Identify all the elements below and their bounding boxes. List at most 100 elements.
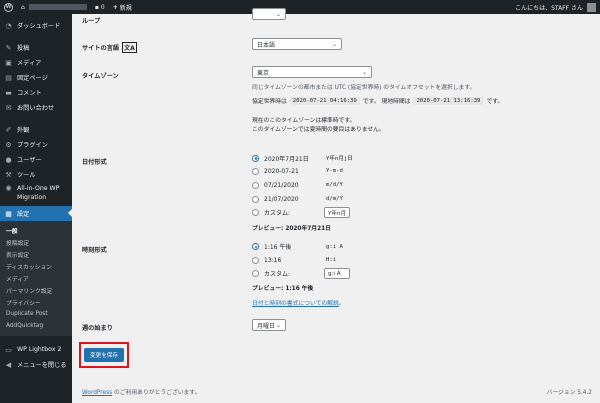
site-language-select[interactable]: 日本語 ⌄ — [252, 38, 342, 50]
time-option-2[interactable]: 13:16 H:i — [252, 256, 339, 264]
wordpress-link[interactable]: WordPress — [82, 390, 112, 396]
dst-line-1: 現在のこのタイムゾーンは標準時です。 — [252, 118, 356, 124]
menu-media[interactable]: ▣ メディア — [0, 55, 72, 70]
migration-icon: ◉ — [5, 184, 12, 192]
comments-link[interactable]: ▪ 0 — [95, 4, 105, 11]
home-icon: ⌂ — [21, 3, 25, 11]
settings-content: ループ ⌄ サイトの言語 文A 日本語 ⌄ タイムゾーン 東京 ⌄ 同じタイムゾ… — [72, 8, 600, 403]
admin-bar: W ⌂ ▪ 0 + 新規 こんにちは、STAFF さん — [0, 0, 600, 14]
local-time: 2020-07-21 13:16:39 — [413, 96, 484, 105]
week-start-select[interactable]: 月曜日 ⌄ — [252, 319, 286, 331]
collapse-menu[interactable]: ◀ メニューを閉じる — [0, 357, 72, 372]
submenu-permalinks[interactable]: パーマリンク設定 — [0, 284, 72, 296]
menu-users[interactable]: ● ユーザー — [0, 152, 72, 167]
radio-checked[interactable] — [252, 154, 259, 162]
menu-contact[interactable]: ✉ お問い合わせ — [0, 100, 72, 115]
page-icon: ▤ — [5, 73, 12, 82]
radio[interactable] — [252, 209, 259, 216]
week-start-label: 週の始まり — [82, 325, 113, 332]
plugin-icon: ⚙ — [5, 140, 12, 149]
admin-sidebar: ◔ ダッシュボード ✎ 投稿 ▣ メディア ▤ 固定ページ ▬ コメント ✉ お問い合わせ … — [0, 14, 72, 403]
submenu-writing[interactable]: 投稿設定 — [0, 236, 72, 248]
settings-submenu: 一般 投稿設定 表示設定 ディスカッション メディア パーマリンク設定 プライバ… — [0, 221, 72, 336]
time-custom-input[interactable]: g:i A — [324, 268, 350, 279]
time-format-label: 時刻形式 — [82, 247, 107, 254]
radio[interactable] — [252, 270, 259, 277]
timezone-label: タイムゾーン — [82, 73, 119, 80]
timezone-select[interactable]: 東京 ⌄ — [252, 66, 372, 78]
translate-icon: 文A — [122, 42, 137, 53]
date-option-3[interactable]: 07/21/2020 m/d/Y — [252, 181, 345, 189]
menu-plugins[interactable]: ⚙ プラグイン — [0, 137, 72, 152]
submenu-general[interactable]: 一般 — [0, 224, 72, 236]
menu-settings[interactable]: ▦ 設定 — [0, 206, 72, 221]
menu-migration[interactable]: ◉ All-in-One WP Migration — [0, 182, 72, 206]
menu-pages[interactable]: ▤ 固定ページ — [0, 70, 72, 85]
submenu-reading[interactable]: 表示設定 — [0, 248, 72, 260]
chevron-down-icon: ⌄ — [275, 11, 281, 18]
radio[interactable] — [252, 256, 259, 264]
time-preview: プレビュー: 1:16 午後 — [252, 286, 314, 292]
time-option-custom[interactable]: カスタム: g:i A — [252, 268, 350, 279]
date-time-doc-link-wrap: 日付と時刻の書式についての解説。 — [252, 301, 345, 307]
menu-lightbox[interactable]: ▭ WP Lightbox 2 — [0, 342, 72, 357]
account-menu[interactable]: こんにちは、STAFF さん — [515, 2, 596, 12]
date-option-2[interactable]: 2020-07-21 Y-m-d — [252, 167, 345, 175]
time-option-1[interactable]: 1:16 午後 g:i A — [252, 242, 345, 251]
submenu-duplicate-post[interactable]: Duplicate Post — [0, 308, 72, 320]
chevron-down-icon: ⌄ — [361, 69, 367, 76]
submenu-media[interactable]: メディア — [0, 272, 72, 284]
media-icon: ▣ — [5, 58, 12, 67]
loop-select[interactable]: ⌄ — [252, 8, 286, 20]
footer-version: バージョン 5.4.2 — [546, 390, 592, 396]
radio[interactable] — [252, 195, 259, 203]
menu-appearance[interactable]: ✐ 外観 — [0, 122, 72, 137]
date-format-label: 日付形式 — [82, 159, 107, 166]
dashboard-icon: ◔ — [5, 21, 12, 30]
menu-tools[interactable]: ⚒ ツール — [0, 167, 72, 182]
site-name-redacted — [28, 4, 87, 10]
collapse-icon: ◀ — [5, 360, 12, 369]
submenu-privacy[interactable]: プライバシー — [0, 296, 72, 308]
settings-icon: ▦ — [5, 209, 12, 218]
avatar — [587, 2, 596, 12]
new-label: 新規 — [119, 4, 132, 12]
dst-line-2: このタイムゾーンでは夏時間の要目はありません。 — [252, 127, 385, 133]
timezone-description: 同じタイムゾーンの都市または UTC (協定世界時) のタイムオフセットを選択し… — [252, 85, 476, 91]
menu-dashboard[interactable]: ◔ ダッシュボード — [0, 18, 72, 33]
submenu-addquicktag[interactable]: AddQuicktag — [0, 320, 72, 332]
wp-logo-icon[interactable]: W — [4, 2, 13, 12]
site-language-label: サイトの言語 文A — [82, 42, 137, 53]
wrench-icon: ⚒ — [5, 170, 12, 179]
submenu-discussion[interactable]: ディスカッション — [0, 260, 72, 272]
chevron-down-icon: ⌄ — [275, 322, 281, 329]
radio[interactable] — [252, 167, 259, 175]
plus-icon: + — [112, 3, 118, 11]
date-option-4[interactable]: 21/07/2020 d/m/Y — [252, 195, 345, 203]
date-time-doc-link[interactable]: 日付と時刻の書式についての解説 — [252, 301, 339, 307]
chevron-down-icon: ⌄ — [331, 41, 337, 48]
radio[interactable] — [252, 181, 259, 189]
mail-icon: ✉ — [5, 103, 12, 112]
new-content-link[interactable]: + 新規 — [113, 3, 132, 12]
save-changes-button[interactable]: 変更を保存 — [84, 348, 124, 362]
site-name[interactable]: ⌂ — [21, 4, 87, 11]
loop-label: ループ — [82, 18, 101, 25]
menu-posts[interactable]: ✎ 投稿 — [0, 40, 72, 55]
comment-icon: ▪ — [94, 3, 99, 11]
brush-icon: ✐ — [5, 125, 12, 134]
radio-checked[interactable] — [252, 243, 259, 250]
greeting: こんにちは、STAFF さん — [515, 4, 583, 12]
date-custom-input[interactable]: Y年n月 — [324, 207, 350, 218]
menu-comments[interactable]: ▬ コメント — [0, 85, 72, 100]
user-icon: ● — [5, 155, 12, 164]
date-option-custom[interactable]: カスタム: Y年n月 — [252, 207, 350, 218]
lightbox-icon: ▭ — [5, 345, 12, 354]
footer-thanks: WordPress のご利用ありがとうございます。 — [82, 390, 201, 396]
date-option-1[interactable]: 2020年7月21日 Y年n月j日 — [252, 153, 355, 163]
pin-icon: ✎ — [5, 43, 12, 52]
comments-count: 0 — [100, 3, 105, 11]
date-preview: プレビュー: 2020年7月21日 — [252, 226, 331, 232]
comment-icon: ▬ — [5, 88, 12, 97]
utc-time: 2020-07-21 04:16:39 — [289, 96, 360, 105]
